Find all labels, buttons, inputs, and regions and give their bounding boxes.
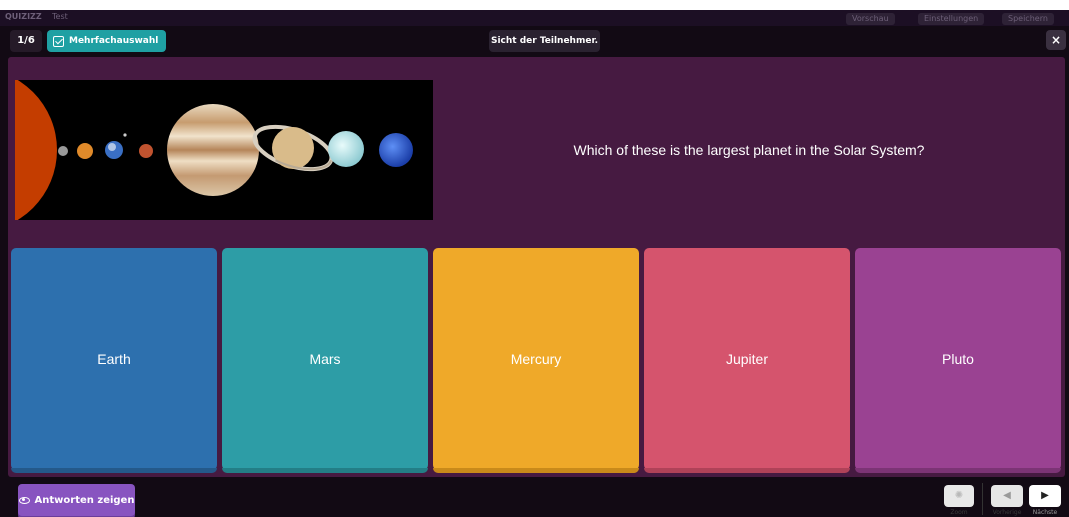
- footer-divider: [982, 483, 983, 515]
- next-label: Nächste: [1032, 509, 1058, 516]
- answer-option-earth[interactable]: Earth: [11, 248, 217, 473]
- answer-option-mercury[interactable]: Mercury: [433, 248, 639, 473]
- previous-label: Vorherige: [992, 509, 1022, 516]
- participant-view-label: Sicht der Teilnehmer.: [489, 30, 600, 52]
- question-type-badge[interactable]: Mehrfachauswahl: [47, 30, 167, 52]
- answer-option-mars[interactable]: Mars: [222, 248, 428, 473]
- checkbox-icon: [53, 35, 64, 47]
- answer-option-jupiter[interactable]: Jupiter: [644, 248, 850, 473]
- modal-footer: Antworten zeigen ✺ Zoom ◀ Vorherige ▶ Nä…: [0, 481, 1069, 517]
- doc-title: Test: [52, 12, 68, 21]
- modal-topbar: 1/6 Mehrfachauswahl Sicht der Teilnehmer…: [0, 26, 1069, 56]
- save-button: Speichern: [1002, 13, 1054, 25]
- settings-button: Einstellungen: [918, 13, 985, 25]
- question-counter: 1/6: [10, 30, 42, 52]
- show-answers-label: Antworten zeigen: [34, 494, 135, 506]
- preview-button: Vorschau: [846, 13, 895, 25]
- next-button[interactable]: ▶: [1029, 485, 1061, 507]
- question-preview-modal: 1/6 Mehrfachauswahl Sicht der Teilnehmer…: [0, 26, 1069, 517]
- eye-icon: [18, 496, 30, 504]
- zoom-label: Zoom: [950, 509, 968, 516]
- question-type-label: Mehrfachauswahl: [69, 36, 159, 46]
- previous-button[interactable]: ◀: [991, 485, 1023, 507]
- answer-option-pluto[interactable]: Pluto: [855, 248, 1061, 473]
- answer-options: Earth Mars Mercury Jupiter Pluto: [11, 248, 1063, 473]
- question-image: [15, 80, 433, 220]
- question-stage: Which of these is the largest planet in …: [8, 57, 1065, 477]
- close-button[interactable]: ×: [1046, 30, 1066, 50]
- show-answers-button[interactable]: Antworten zeigen: [18, 484, 135, 516]
- zoom-button[interactable]: ✺: [944, 485, 974, 507]
- question-text: Which of these is the largest planet in …: [573, 142, 925, 158]
- app-logo: QUIZIZZ: [5, 12, 42, 21]
- underlying-editor-bar: QUIZIZZ Test Vorschau Einstellungen Spei…: [0, 10, 1069, 26]
- solar-system-image: [15, 80, 433, 220]
